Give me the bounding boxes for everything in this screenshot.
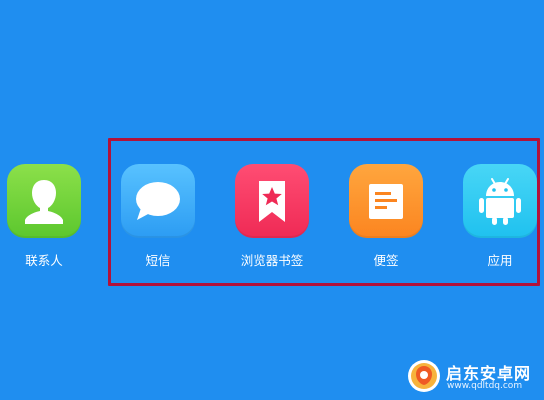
app-label: 浏览器书签 [240,253,304,268]
bookmark-star-icon [235,164,309,238]
contacts-icon [7,164,81,238]
android-icon [463,164,537,238]
app-label: 联系人 [25,253,63,268]
app-label: 应用 [487,253,513,268]
app-applications[interactable]: 应用 [450,164,544,269]
app-label: 短信 [145,253,171,268]
app-contacts[interactable]: 联系人 [0,164,94,269]
watermark-url: www.qdltdq.com [447,381,523,391]
app-notes[interactable]: 便签 [336,164,436,269]
message-bubble-icon [121,164,195,238]
orange-circle-logo-icon [406,358,442,394]
app-sms[interactable]: 短信 [108,164,208,269]
watermark: 启东安卓网 www.qdltdq.com [406,354,544,400]
note-icon [349,164,423,238]
app-browser-bookmarks[interactable]: 浏览器书签 [222,164,322,269]
app-label: 便签 [373,253,399,268]
